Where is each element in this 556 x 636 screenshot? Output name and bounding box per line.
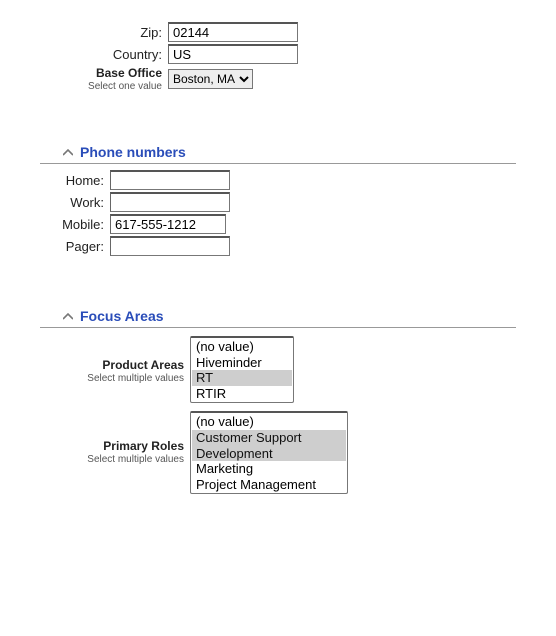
base-office-label-main: Base Office (40, 66, 162, 80)
row-pager: Pager: (40, 236, 516, 256)
pager-label: Pager: (40, 239, 110, 254)
product-areas-select[interactable]: (no value)HiveminderRTRTIR (190, 336, 294, 403)
product-areas-label-hint: Select multiple values (40, 373, 184, 384)
mobile-input[interactable] (110, 214, 226, 234)
base-office-label: Base Office Select one value (40, 66, 168, 92)
zip-input[interactable] (168, 22, 298, 42)
product-areas-label-main: Product Areas (40, 358, 184, 372)
primary-roles-label-main: Primary Roles (40, 439, 184, 453)
row-primary-roles: Primary Roles Select multiple values (no… (40, 411, 516, 494)
row-product-areas: Product Areas Select multiple values (no… (40, 336, 516, 403)
section-title-focus: Focus Areas (80, 308, 164, 324)
row-country: Country: (40, 44, 516, 64)
row-home: Home: (40, 170, 516, 190)
row-mobile: Mobile: (40, 214, 516, 234)
work-label: Work: (40, 195, 110, 210)
row-work: Work: (40, 192, 516, 212)
home-input[interactable] (110, 170, 230, 190)
mobile-label: Mobile: (40, 217, 110, 232)
row-base-office: Base Office Select one value Boston, MA (40, 66, 516, 92)
phone-fields: Home: Work: Mobile: Pager: (40, 170, 516, 256)
chevron-up-icon (62, 149, 74, 156)
section-header-phone[interactable]: Phone numbers (40, 140, 516, 164)
home-label: Home: (40, 173, 110, 188)
base-office-select[interactable]: Boston, MA (168, 69, 253, 89)
primary-roles-label-hint: Select multiple values (40, 454, 184, 465)
country-label: Country: (40, 47, 168, 62)
section-title-phone: Phone numbers (80, 144, 186, 160)
pager-input[interactable] (110, 236, 230, 256)
form-container: Zip: Country: Base Office Select one val… (20, 22, 536, 516)
chevron-up-icon (62, 313, 74, 320)
work-input[interactable] (110, 192, 230, 212)
product-areas-label: Product Areas Select multiple values (40, 336, 190, 384)
primary-roles-select[interactable]: (no value)Customer SupportDevelopmentMar… (190, 411, 348, 494)
primary-roles-label: Primary Roles Select multiple values (40, 411, 190, 465)
base-office-label-hint: Select one value (40, 81, 162, 92)
section-header-focus[interactable]: Focus Areas (40, 304, 516, 328)
zip-label: Zip: (40, 25, 168, 40)
country-input[interactable] (168, 44, 298, 64)
row-zip: Zip: (40, 22, 516, 42)
